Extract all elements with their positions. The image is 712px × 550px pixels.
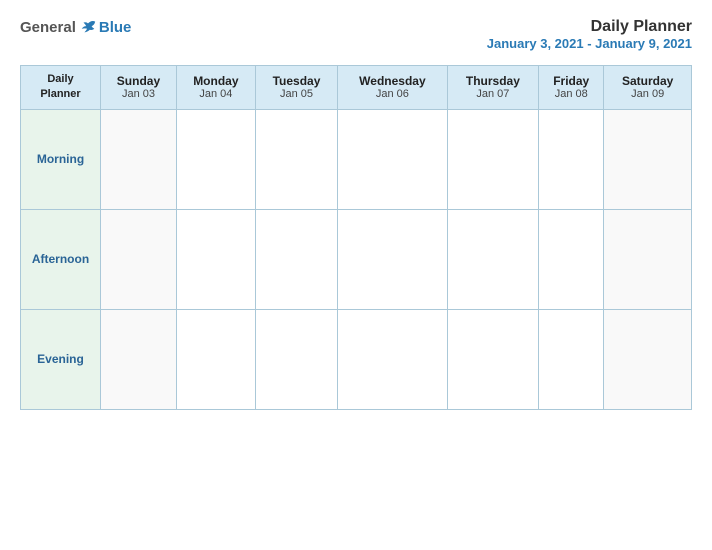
tuesday-date: Jan 05 xyxy=(260,88,333,100)
morning-tuesday[interactable] xyxy=(255,109,337,209)
col-header-friday: Friday Jan 08 xyxy=(539,66,604,110)
tuesday-name: Tuesday xyxy=(260,74,333,88)
evening-thursday[interactable] xyxy=(447,309,538,409)
col-header-tuesday: Tuesday Jan 05 xyxy=(255,66,337,110)
morning-label: Morning xyxy=(21,109,101,209)
calendar-table: Daily Planner Sunday Jan 03 Monday Jan 0… xyxy=(20,65,692,410)
evening-wednesday[interactable] xyxy=(338,309,447,409)
thursday-date: Jan 07 xyxy=(452,88,534,100)
friday-date: Jan 08 xyxy=(543,88,599,100)
sunday-date: Jan 03 xyxy=(105,88,172,100)
afternoon-saturday[interactable] xyxy=(604,209,692,309)
afternoon-monday[interactable] xyxy=(176,209,255,309)
afternoon-thursday[interactable] xyxy=(447,209,538,309)
evening-monday[interactable] xyxy=(176,309,255,409)
page-title: Daily Planner xyxy=(487,18,692,36)
afternoon-row: Afternoon xyxy=(21,209,692,309)
evening-row: Evening xyxy=(21,309,692,409)
morning-sunday[interactable] xyxy=(101,109,177,209)
morning-thursday[interactable] xyxy=(447,109,538,209)
morning-monday[interactable] xyxy=(176,109,255,209)
evening-friday[interactable] xyxy=(539,309,604,409)
monday-date: Jan 04 xyxy=(181,88,251,100)
afternoon-tuesday[interactable] xyxy=(255,209,337,309)
friday-name: Friday xyxy=(543,74,599,88)
page-header: General Blue Daily Planner January 3, 20… xyxy=(20,18,692,51)
evening-saturday[interactable] xyxy=(604,309,692,409)
wednesday-name: Wednesday xyxy=(342,74,442,88)
col-header-monday: Monday Jan 04 xyxy=(176,66,255,110)
logo-general: General xyxy=(20,19,76,36)
col-header-thursday: Thursday Jan 07 xyxy=(447,66,538,110)
col-header-saturday: Saturday Jan 09 xyxy=(604,66,692,110)
logo-text: General Blue xyxy=(20,18,131,36)
saturday-name: Saturday xyxy=(608,74,687,88)
evening-label: Evening xyxy=(21,309,101,409)
col-header-wednesday: Wednesday Jan 06 xyxy=(338,66,447,110)
afternoon-friday[interactable] xyxy=(539,209,604,309)
afternoon-sunday[interactable] xyxy=(101,209,177,309)
date-range: January 3, 2021 - January 9, 2021 xyxy=(487,36,692,51)
thursday-name: Thursday xyxy=(452,74,534,88)
logo-blue: Blue xyxy=(99,19,132,36)
morning-row: Morning xyxy=(21,109,692,209)
title-area: Daily Planner January 3, 2021 - January … xyxy=(487,18,692,51)
afternoon-wednesday[interactable] xyxy=(338,209,447,309)
afternoon-label: Afternoon xyxy=(21,209,101,309)
sunday-name: Sunday xyxy=(105,74,172,88)
calendar-header-row: Daily Planner Sunday Jan 03 Monday Jan 0… xyxy=(21,66,692,110)
saturday-date: Jan 09 xyxy=(608,88,687,100)
logo-area: General Blue xyxy=(20,18,131,36)
wednesday-date: Jan 06 xyxy=(342,88,442,100)
col-header-sunday: Sunday Jan 03 xyxy=(101,66,177,110)
evening-tuesday[interactable] xyxy=(255,309,337,409)
daily-planner-header: Daily Planner xyxy=(21,66,101,110)
morning-wednesday[interactable] xyxy=(338,109,447,209)
morning-friday[interactable] xyxy=(539,109,604,209)
monday-name: Monday xyxy=(181,74,251,88)
morning-saturday[interactable] xyxy=(604,109,692,209)
bird-icon xyxy=(79,18,97,36)
evening-sunday[interactable] xyxy=(101,309,177,409)
